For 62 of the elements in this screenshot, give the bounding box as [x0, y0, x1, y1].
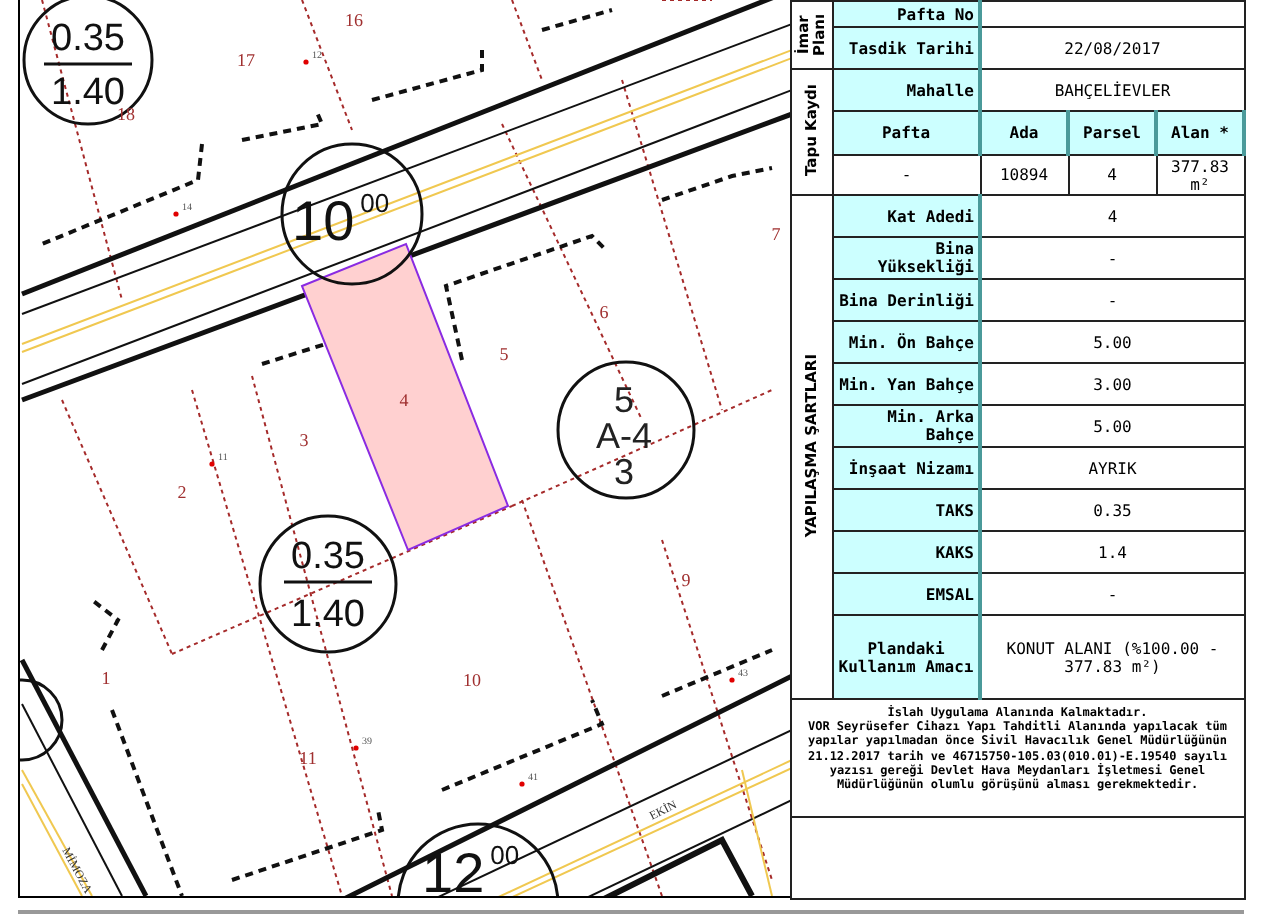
field-label: Bina Yüksekliği	[833, 237, 980, 279]
table-cell: -	[833, 155, 980, 195]
taks-label: 0.35	[291, 536, 365, 578]
table-cell: 377.83 m²	[1156, 155, 1244, 195]
survey-point-icon	[209, 461, 215, 467]
survey-point-icon	[353, 745, 359, 751]
road-width-label: 12$^{00}$	[422, 840, 520, 896]
survey-point-icon	[303, 59, 309, 65]
label-circle	[556, 360, 696, 500]
field-value: AYRIK	[980, 447, 1244, 489]
field-value: 1.4	[980, 531, 1244, 573]
parcel-number: 16	[345, 10, 363, 30]
field-label: Pafta No	[833, 1, 980, 27]
column-header: Ada	[980, 111, 1068, 155]
parcel-number: 3	[299, 430, 309, 450]
survey-point-icon	[519, 781, 525, 787]
field-value: 22/08/2017	[980, 27, 1244, 69]
field-value: 5.00	[980, 321, 1244, 363]
column-header: Parsel	[1068, 111, 1156, 155]
table-cell: 4	[1068, 155, 1156, 195]
field-value: 4	[980, 195, 1244, 237]
parcel-number: 1	[101, 668, 111, 688]
block-number: 5	[614, 380, 634, 420]
parcel-number: 11	[299, 748, 317, 768]
field-label: TAKS	[833, 489, 980, 531]
field-value: -	[980, 279, 1244, 321]
field-value: -	[980, 237, 1244, 279]
field-value: -	[980, 573, 1244, 615]
field-value: 5.00	[980, 405, 1244, 447]
field-label: İnşaat Nizamı	[833, 447, 980, 489]
kaks-label: 1.40	[291, 594, 365, 636]
sheet-label: A-4	[596, 416, 652, 456]
field-label: EMSAL	[833, 573, 980, 615]
survey-point-icon	[173, 211, 179, 217]
table-cell: 10894	[980, 155, 1068, 195]
field-value: BAHÇELİEVLER	[980, 69, 1244, 111]
taks-label: 0.35	[51, 18, 125, 60]
label-circle	[258, 514, 398, 654]
parcel-number: 9	[681, 570, 691, 590]
field-value: KONUT ALANI (%100.00 - 377.83 m²)	[980, 615, 1244, 699]
field-label: Min. Ön Bahçe	[833, 321, 980, 363]
field-label: Bina Derinliği	[833, 279, 980, 321]
field-label: Min. Yan Bahçe	[833, 363, 980, 405]
field-label: Tasdik Tarihi	[833, 27, 980, 69]
parcel-number: 6	[599, 302, 609, 322]
field-label: Mahalle	[833, 69, 980, 111]
survey-point-icon	[729, 677, 735, 683]
field-label: Kat Adedi	[833, 195, 980, 237]
parcel-number: 4	[399, 390, 409, 410]
field-label: Plandaki Kullanım Amacı	[833, 615, 980, 699]
field-label: Min. Arka Bahçe	[833, 405, 980, 447]
column-header: Pafta	[833, 111, 980, 155]
parcel-number: 17	[237, 50, 255, 70]
parcel-number: 2	[177, 482, 187, 502]
field-value: 3.00	[980, 363, 1244, 405]
parcel-number: 7	[771, 224, 781, 244]
field-label: KAKS	[833, 531, 980, 573]
parcel-label: 3	[614, 452, 634, 492]
parcel-number: 5	[499, 344, 509, 364]
parcel-number: 10	[463, 670, 481, 690]
column-header: Alan *	[1156, 111, 1244, 155]
field-value: 0.35	[980, 489, 1244, 531]
